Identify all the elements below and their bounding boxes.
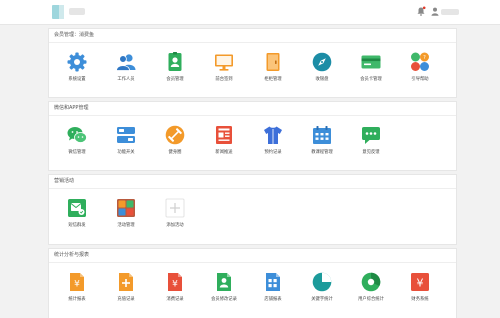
username-placeholder[interactable] bbox=[441, 9, 459, 15]
item-label: 健身圈 bbox=[168, 150, 182, 155]
item-label: 充值记录 bbox=[117, 297, 135, 302]
item-keyword-stats[interactable]: 关键字统计 bbox=[302, 272, 342, 302]
item-label: 教课程管理 bbox=[311, 150, 333, 155]
section-title: 营销活动 bbox=[49, 175, 456, 189]
item-staff[interactable]: 工作人员 bbox=[106, 52, 146, 82]
calendar-icon bbox=[313, 126, 331, 144]
section-marketing: 营销活动 短信群发 活动管理 添加活动 bbox=[48, 174, 457, 245]
toggle-icon bbox=[117, 127, 135, 143]
recharge-icon bbox=[119, 273, 133, 291]
svg-text:¥: ¥ bbox=[417, 277, 424, 290]
svg-text:?: ? bbox=[423, 55, 426, 61]
section-member: 会员管理：消费鱼 系统设置 工作人员 会员管理 前台签到 柜柜管理 收银盘 会员… bbox=[48, 28, 457, 98]
item-member-management[interactable]: 会员管理 bbox=[155, 52, 195, 82]
monitor-icon bbox=[215, 54, 233, 71]
member-edit-icon bbox=[217, 273, 231, 291]
section-title: 微信和APP管理 bbox=[49, 102, 456, 116]
news-icon bbox=[216, 126, 232, 144]
item-cashier[interactable]: 收银盘 bbox=[302, 52, 342, 82]
bell-icon[interactable] bbox=[417, 6, 426, 16]
item-label: 功能开关 bbox=[117, 150, 135, 155]
item-label: 添加活动 bbox=[166, 223, 184, 228]
app-logo[interactable] bbox=[52, 5, 64, 19]
item-consume-records[interactable]: ¥ 消费记录 bbox=[155, 272, 195, 302]
item-front-desk-checkin[interactable]: 前台签到 bbox=[204, 52, 244, 82]
item-label: 会员修改记录 bbox=[211, 297, 237, 302]
member-card-icon bbox=[168, 52, 182, 71]
item-label: 会员管理 bbox=[166, 77, 184, 82]
item-system-settings[interactable]: 系统设置 bbox=[57, 52, 97, 82]
item-add-activity[interactable]: 添加活动 bbox=[155, 198, 195, 228]
item-label: 前台签到 bbox=[215, 77, 233, 82]
section-statistics: 统计分析与报表 ¥ 统计报表 充值记录 ¥ 消费记录 会员修改记录 店铺报表 关… bbox=[48, 248, 457, 318]
activity-icon bbox=[117, 199, 135, 217]
item-finance-system[interactable]: ¥ 财务系统 bbox=[400, 272, 440, 302]
item-label: 用户综合统计 bbox=[358, 297, 384, 302]
dumbbell-icon bbox=[165, 125, 185, 145]
item-wechat-management[interactable]: 微信管理 bbox=[57, 125, 97, 155]
top-bar bbox=[0, 0, 500, 25]
item-fitness-circle[interactable]: 健身圈 bbox=[155, 125, 195, 155]
user-icon[interactable] bbox=[431, 7, 439, 16]
finance-icon: ¥ bbox=[411, 273, 429, 291]
help-icon: ? bbox=[411, 52, 429, 71]
svg-text:¥: ¥ bbox=[74, 280, 80, 290]
item-member-edit-records[interactable]: 会员修改记录 bbox=[204, 272, 244, 302]
users-icon bbox=[116, 54, 136, 71]
item-label: 消费记录 bbox=[166, 297, 184, 302]
cabinet-icon bbox=[266, 53, 280, 71]
item-label: 收银盘 bbox=[315, 77, 329, 82]
sms-icon bbox=[68, 199, 86, 217]
item-news-push[interactable]: 新闻推送 bbox=[204, 125, 244, 155]
item-label: 系统设置 bbox=[68, 77, 86, 82]
item-guide-help[interactable]: ? 引导帮助 bbox=[400, 52, 440, 82]
item-label: 柜柜管理 bbox=[264, 77, 282, 82]
item-booking-records[interactable]: 预约记录 bbox=[253, 125, 293, 155]
wechat-icon bbox=[67, 127, 87, 143]
item-label: 店铺报表 bbox=[264, 297, 282, 302]
item-feature-switch[interactable]: 功能开关 bbox=[106, 125, 146, 155]
item-label: 财务系统 bbox=[411, 297, 429, 302]
consume-icon: ¥ bbox=[168, 273, 182, 291]
item-cabinet-management[interactable]: 柜柜管理 bbox=[253, 52, 293, 82]
keyword-pie-icon bbox=[312, 272, 332, 292]
card-icon bbox=[361, 55, 381, 69]
item-label: 新闻推送 bbox=[215, 150, 233, 155]
item-label: 活动管理 bbox=[117, 223, 135, 228]
section-title: 统计分析与报表 bbox=[49, 249, 456, 263]
item-label: 微信管理 bbox=[68, 150, 86, 155]
item-label: 关键字统计 bbox=[311, 297, 333, 302]
item-label: 短信群发 bbox=[68, 223, 86, 228]
compass-icon bbox=[312, 52, 332, 72]
item-label: 预约记录 bbox=[264, 150, 282, 155]
store-report-icon bbox=[266, 273, 280, 291]
item-member-card-management[interactable]: 会员卡管理 bbox=[351, 52, 391, 82]
svg-text:¥: ¥ bbox=[172, 280, 178, 290]
user-pie-icon bbox=[361, 272, 381, 292]
item-label: 意见反馈 bbox=[362, 150, 380, 155]
yen-doc-icon: ¥ bbox=[70, 273, 84, 291]
item-stat-report[interactable]: ¥ 统计报表 bbox=[57, 272, 97, 302]
item-user-overall-stats[interactable]: 用户综合统计 bbox=[351, 272, 391, 302]
item-course-management[interactable]: 教课程管理 bbox=[302, 125, 342, 155]
gear-icon bbox=[67, 52, 87, 72]
item-label: 会员卡管理 bbox=[360, 77, 382, 82]
brand-name-placeholder bbox=[69, 8, 85, 15]
item-label: 引导帮助 bbox=[411, 77, 429, 82]
section-title: 会员管理：消费鱼 bbox=[49, 29, 456, 43]
item-label: 统计报表 bbox=[68, 297, 86, 302]
feedback-icon bbox=[362, 127, 380, 144]
item-store-report[interactable]: 店铺报表 bbox=[253, 272, 293, 302]
item-label: 工作人员 bbox=[117, 77, 135, 82]
shirt-icon bbox=[264, 126, 282, 144]
item-feedback[interactable]: 意见反馈 bbox=[351, 125, 391, 155]
item-activity-management[interactable]: 活动管理 bbox=[106, 198, 146, 228]
section-wechat-app: 微信和APP管理 微信管理 功能开关 健身圈 新闻推送 预约记录 教课程管理 意… bbox=[48, 101, 457, 171]
item-sms-broadcast[interactable]: 短信群发 bbox=[57, 198, 97, 228]
item-recharge-records[interactable]: 充值记录 bbox=[106, 272, 146, 302]
add-icon bbox=[165, 198, 185, 218]
